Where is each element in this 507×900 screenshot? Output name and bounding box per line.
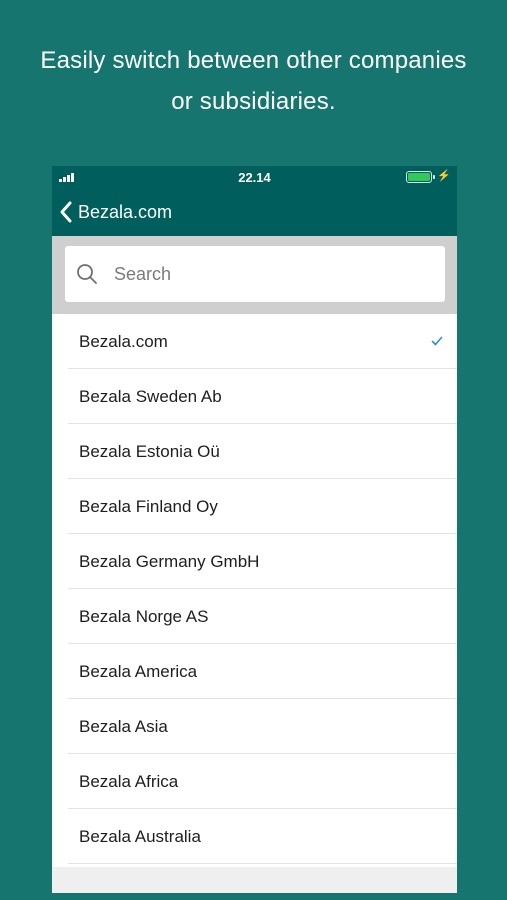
promo-line-2: or subsidiaries.: [171, 88, 336, 115]
company-row[interactable]: Bezala Asia: [52, 699, 457, 754]
list-footer: [52, 867, 457, 893]
checkmark-icon: [431, 336, 443, 346]
back-button[interactable]: Bezala.com: [58, 198, 172, 226]
company-list: Bezala.com Bezala Sweden Ab Bezala Estonia…: [52, 314, 457, 864]
company-name: Bezala Africa: [79, 771, 179, 791]
charging-bolt-icon: ⚡: [437, 170, 451, 182]
status-time: 22.14: [238, 170, 271, 185]
back-button-label: Bezala.com: [78, 201, 173, 222]
company-row[interactable]: Bezala.com: [52, 314, 457, 369]
company-row[interactable]: Bezala America: [52, 644, 457, 699]
search-box[interactable]: [65, 246, 445, 302]
company-row[interactable]: Bezala Estonia Oü: [52, 424, 457, 479]
company-name: Bezala Sweden Ab: [79, 386, 222, 406]
navigation-bar: Bezala.com: [52, 188, 457, 236]
search-icon: [77, 264, 97, 284]
battery-icon: ⚡: [406, 170, 451, 183]
company-name: Bezala.com: [79, 331, 168, 351]
company-name: Bezala Estonia Oü: [79, 441, 220, 461]
company-row[interactable]: Bezala Sweden Ab: [52, 369, 457, 424]
chevron-left-icon: [60, 201, 72, 223]
phone-screen: 22.14 ⚡ Bezala.com Bezala.com Bezala Swed…: [52, 166, 457, 893]
company-name: Bezala Australia: [79, 826, 201, 846]
company-name: Bezala Germany GmbH: [79, 551, 260, 571]
company-name: Bezala America: [79, 661, 198, 681]
company-name: Bezala Norge AS: [79, 606, 209, 626]
company-name: Bezala Finland Oy: [79, 496, 218, 516]
company-row[interactable]: Bezala Africa: [52, 754, 457, 809]
company-row[interactable]: Bezala Germany GmbH: [52, 534, 457, 589]
battery-level-fill: [408, 173, 430, 181]
company-row[interactable]: Bezala Norge AS: [52, 589, 457, 644]
search-bar-container: [52, 236, 457, 314]
status-bar: 22.14 ⚡: [52, 166, 457, 188]
promo-line-1: Easily switch between other companies: [40, 47, 467, 74]
company-name: Bezala Asia: [79, 716, 168, 736]
company-row[interactable]: Bezala Australia: [52, 809, 457, 864]
promo-caption: Easily switch between other companies or…: [0, 40, 507, 122]
company-row[interactable]: Bezala Finland Oy: [52, 479, 457, 534]
search-input[interactable]: [114, 263, 414, 285]
